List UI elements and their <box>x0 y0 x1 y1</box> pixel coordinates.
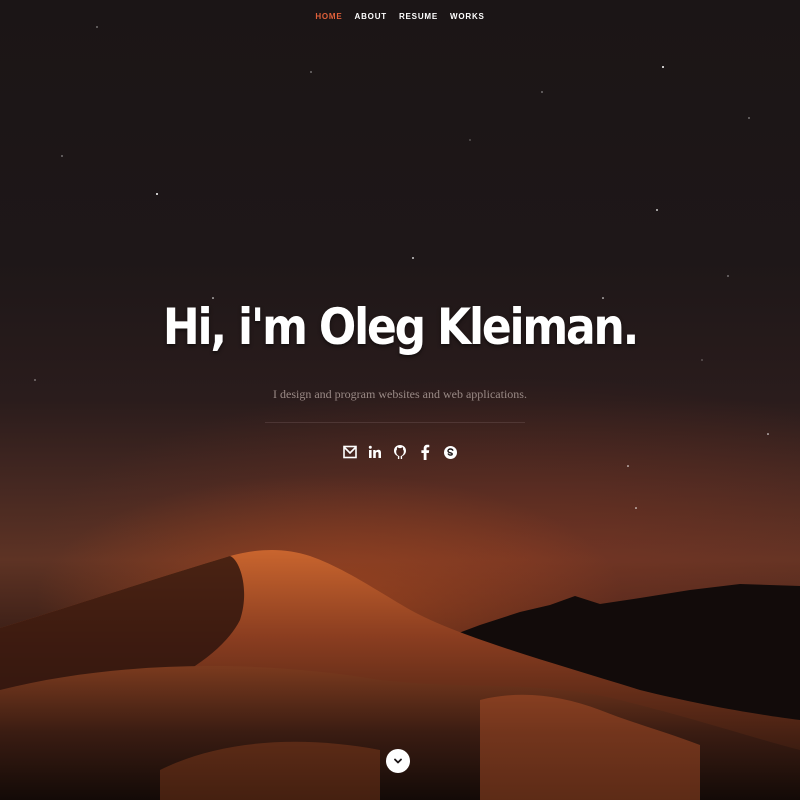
facebook-icon[interactable] <box>418 443 433 461</box>
nav-item-about[interactable]: ABOUT <box>355 12 387 21</box>
stars <box>34 26 769 509</box>
envelope-icon[interactable] <box>343 443 358 461</box>
nav-item-resume[interactable]: RESUME <box>399 12 438 21</box>
linkedin-icon[interactable] <box>368 443 383 461</box>
chevron-down-icon <box>394 758 402 764</box>
banner-headline: Hi, i'm Oleg Kleiman. <box>162 298 639 356</box>
social-links <box>0 443 800 461</box>
scroll-down-button[interactable] <box>386 749 410 773</box>
banner-divider <box>265 422 525 423</box>
nav-item-works[interactable]: WORKS <box>450 12 485 21</box>
github-icon[interactable] <box>393 443 408 461</box>
main-nav: HOME ABOUT RESUME WORKS <box>0 12 800 21</box>
banner-tagline: I design and program websites and web ap… <box>273 387 527 401</box>
nav-item-home[interactable]: HOME <box>315 12 342 21</box>
skype-icon[interactable] <box>443 443 458 461</box>
